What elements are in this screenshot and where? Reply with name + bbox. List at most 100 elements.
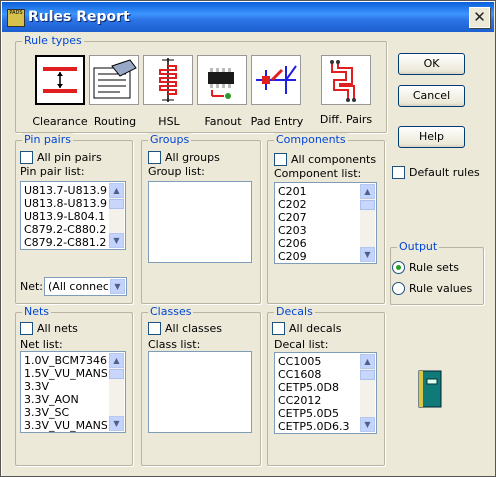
pin-pair-list-label: Pin pair list: bbox=[20, 165, 85, 178]
all-decals-box[interactable] bbox=[272, 322, 285, 335]
group-list-label: Group list: bbox=[148, 165, 205, 178]
all-nets-label: All nets bbox=[37, 322, 78, 335]
close-button[interactable]: ✕ bbox=[469, 7, 490, 28]
list-item[interactable]: C209 bbox=[278, 250, 358, 263]
list-item[interactable]: 1.5V_VU_MANSI bbox=[24, 367, 107, 380]
default-rules-box[interactable] bbox=[392, 166, 405, 179]
scroll-thumb[interactable] bbox=[360, 370, 375, 380]
groups-legend: Groups bbox=[148, 133, 192, 146]
fanout-icon bbox=[208, 68, 234, 99]
rule-type-pad-entry[interactable] bbox=[251, 55, 301, 105]
net-dropdown-value: (All connections) bbox=[48, 280, 108, 293]
list-item[interactable]: 3.3V_AON bbox=[24, 393, 107, 406]
all-decals-checkbox[interactable]: All decals bbox=[272, 322, 341, 335]
default-rules-label: Default rules bbox=[409, 166, 480, 179]
diff-pairs-icon bbox=[330, 60, 356, 102]
rule-type-diff-pairs[interactable] bbox=[321, 55, 371, 105]
scroll-down-icon[interactable]: ▼ bbox=[360, 247, 375, 262]
list-item[interactable]: U813.7-U813.9 bbox=[24, 184, 107, 197]
help-button[interactable]: Help bbox=[398, 126, 465, 148]
all-pin-pairs-label: All pin pairs bbox=[37, 151, 102, 164]
list-item[interactable]: U813.9-L804.1 bbox=[24, 210, 107, 223]
net-dropdown[interactable]: (All connections) ▼ bbox=[44, 277, 127, 296]
pin-pair-scrollbar[interactable]: ▲ ▼ bbox=[109, 183, 124, 248]
net-list-label: Net list: bbox=[20, 338, 63, 351]
list-item[interactable]: CC2012 bbox=[278, 394, 358, 407]
list-item[interactable]: 3.3V_VU_MANSI bbox=[24, 419, 107, 432]
rule-type-clearance[interactable] bbox=[35, 55, 85, 105]
scroll-down-icon[interactable]: ▼ bbox=[109, 233, 124, 248]
all-nets-box[interactable] bbox=[20, 322, 33, 335]
scroll-up-icon[interactable]: ▲ bbox=[360, 354, 375, 369]
pin-pair-list[interactable]: U813.7-U813.9 U813.8-U813.9 U813.9-L804.1 C… bbox=[20, 181, 126, 250]
class-list-label: Class list: bbox=[148, 338, 201, 351]
list-item[interactable]: C201 bbox=[278, 185, 358, 198]
list-item[interactable]: 3.3V bbox=[24, 380, 107, 393]
rule-sets-radio-dot[interactable] bbox=[392, 261, 405, 274]
rule-type-label-diff-pairs: Diff. Pairs bbox=[319, 113, 373, 126]
net-scrollbar[interactable]: ▲ ▼ bbox=[109, 353, 124, 431]
component-scrollbar[interactable]: ▲ ▼ bbox=[360, 184, 375, 262]
default-rules-checkbox[interactable]: Default rules bbox=[392, 166, 480, 179]
net-label: Net: bbox=[20, 280, 44, 293]
list-item[interactable]: 3.3V_SC bbox=[24, 406, 107, 419]
all-classes-checkbox[interactable]: All classes bbox=[148, 322, 222, 335]
rule-types-legend: Rule types bbox=[22, 34, 84, 47]
group-list[interactable] bbox=[148, 181, 252, 263]
scroll-down-icon[interactable]: ▼ bbox=[360, 417, 375, 432]
scroll-thumb[interactable] bbox=[360, 200, 375, 210]
list-item[interactable]: C879.2-C880.2 bbox=[24, 223, 107, 236]
ok-button[interactable]: OK bbox=[398, 53, 465, 75]
all-groups-box[interactable] bbox=[148, 151, 161, 164]
scroll-up-icon[interactable]: ▲ bbox=[109, 183, 124, 198]
list-item[interactable]: CETP5.0D8 bbox=[278, 381, 358, 394]
chevron-down-icon[interactable]: ▼ bbox=[110, 279, 125, 294]
decal-scrollbar[interactable]: ▲ ▼ bbox=[360, 354, 375, 432]
list-item[interactable]: CETP5.0D6.3 bbox=[278, 420, 358, 433]
list-item[interactable]: C206 bbox=[278, 237, 358, 250]
scroll-up-icon[interactable]: ▲ bbox=[109, 353, 124, 368]
book-icon bbox=[418, 370, 442, 408]
all-components-checkbox[interactable]: All components bbox=[274, 153, 376, 166]
all-pin-pairs-box[interactable] bbox=[20, 151, 33, 164]
decal-list[interactable]: CC1005 CC1608 CETP5.0D8 CC2012 CETP5.0D5 CETP… bbox=[274, 352, 377, 434]
output-group: Output bbox=[390, 240, 484, 305]
scroll-thumb[interactable] bbox=[109, 199, 124, 209]
list-item[interactable]: C879.2-C881.2 bbox=[24, 236, 107, 249]
scroll-down-icon[interactable]: ▼ bbox=[109, 416, 124, 431]
cancel-button[interactable]: Cancel bbox=[398, 85, 465, 107]
rule-type-fanout[interactable] bbox=[197, 55, 247, 105]
rule-type-routing[interactable] bbox=[89, 55, 139, 105]
rule-type-hsl[interactable] bbox=[143, 55, 193, 105]
rule-values-radio[interactable]: Rule values bbox=[392, 282, 472, 295]
pin-pairs-legend: Pin pairs bbox=[22, 133, 73, 146]
component-list[interactable]: C201 C202 C207 C203 C206 C209 ▲ ▼ bbox=[274, 182, 377, 264]
list-item[interactable]: 1.0V_BCM7346_ bbox=[24, 354, 107, 367]
rule-values-label: Rule values bbox=[409, 282, 473, 295]
rule-type-label-fanout: Fanout bbox=[204, 115, 242, 128]
net-list[interactable]: 1.0V_BCM7346_ 1.5V_VU_MANSI 3.3V 3.3V_AON 3.… bbox=[20, 351, 126, 433]
list-item[interactable]: CC1608 bbox=[278, 368, 358, 381]
list-item[interactable]: C203 bbox=[278, 224, 358, 237]
list-item[interactable]: C207 bbox=[278, 211, 358, 224]
all-nets-checkbox[interactable]: All nets bbox=[20, 322, 78, 335]
scroll-up-icon[interactable]: ▲ bbox=[360, 184, 375, 199]
rule-values-radio-dot[interactable] bbox=[392, 282, 405, 295]
all-groups-checkbox[interactable]: All groups bbox=[148, 151, 220, 164]
scroll-thumb[interactable] bbox=[109, 369, 124, 379]
window-title: Rules Report bbox=[28, 9, 130, 25]
list-item[interactable]: U813.8-U813.9 bbox=[24, 197, 107, 210]
rule-type-label-hsl: HSL bbox=[158, 115, 180, 128]
title-bar[interactable]: PADS Rules Report ✕ bbox=[2, 2, 494, 32]
all-classes-label: All classes bbox=[165, 322, 222, 335]
list-item[interactable]: C202 bbox=[278, 198, 358, 211]
all-groups-label: All groups bbox=[165, 151, 220, 164]
all-components-box[interactable] bbox=[274, 153, 287, 166]
rule-sets-radio[interactable]: Rule sets bbox=[392, 261, 459, 274]
nets-legend: Nets bbox=[22, 305, 52, 318]
class-list[interactable] bbox=[148, 351, 252, 433]
all-pin-pairs-checkbox[interactable]: All pin pairs bbox=[20, 151, 102, 164]
list-item[interactable]: CETP5.0D5 bbox=[278, 407, 358, 420]
list-item[interactable]: CC1005 bbox=[278, 355, 358, 368]
all-classes-box[interactable] bbox=[148, 322, 161, 335]
